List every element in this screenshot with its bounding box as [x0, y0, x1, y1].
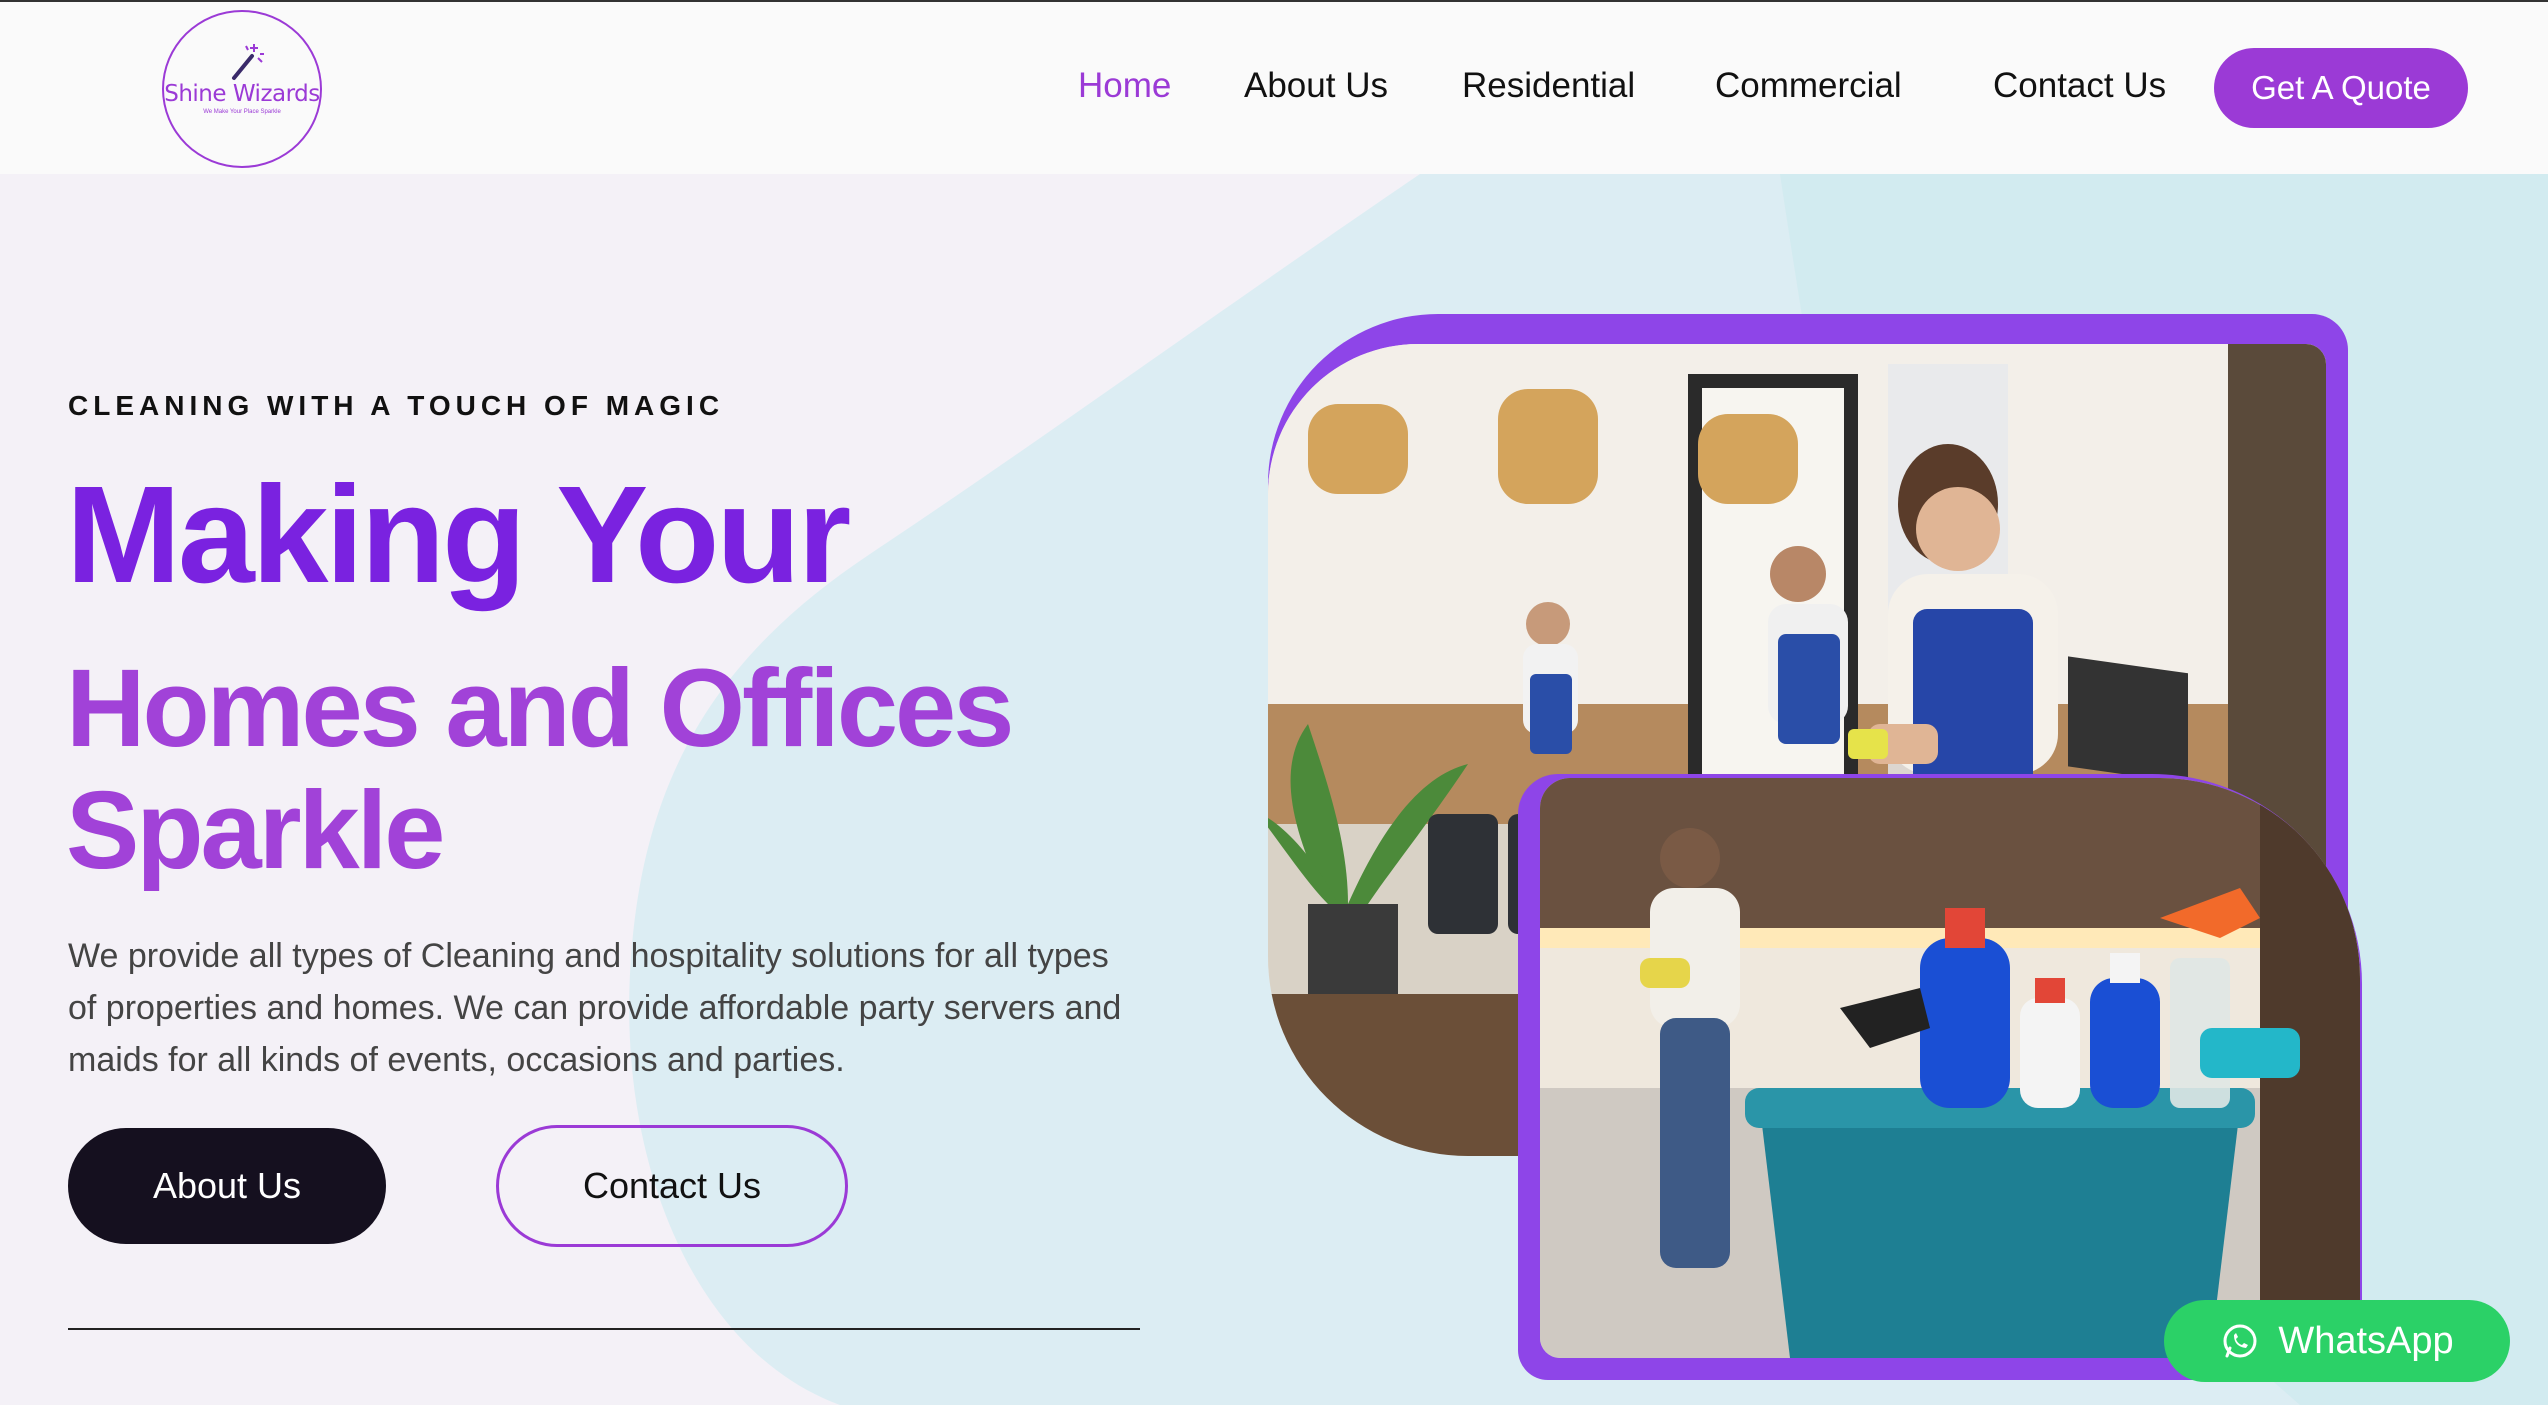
divider — [68, 1328, 1140, 1330]
hero-eyebrow: CLEANING WITH A TOUCH OF MAGIC — [68, 390, 725, 421]
hero-headline-line2: Homes and Offices Sparkle — [66, 647, 1014, 892]
brand-name: Shine Wizards — [164, 81, 320, 107]
about-us-button[interactable]: About Us — [68, 1128, 386, 1244]
site-header: Shine Wizards We Make Your Place Sparkle… — [0, 2, 2548, 174]
get-a-quote-button[interactable]: Get A Quote — [2214, 48, 2468, 128]
whatsapp-icon — [2223, 1324, 2257, 1358]
hero-description: We provide all types of Cleaning and hos… — [68, 937, 1122, 1079]
magic-wand-icon — [232, 44, 264, 80]
nav-item-contact-us[interactable]: Contact Us — [1993, 66, 2166, 106]
nav-item-home[interactable]: Home — [1078, 66, 1171, 106]
photo-cleaning-supplies — [1540, 778, 2360, 1358]
nav-item-residential[interactable]: Residential — [1462, 66, 1635, 106]
brand-logo[interactable]: Shine Wizards We Make Your Place Sparkle — [162, 10, 322, 168]
nav-item-about-us[interactable]: About Us — [1244, 66, 1388, 106]
whatsapp-button[interactable]: WhatsApp — [2164, 1300, 2510, 1382]
contact-us-button[interactable]: Contact Us — [496, 1125, 848, 1247]
brand-tagline: We Make Your Place Sparkle — [203, 109, 281, 115]
whatsapp-label: WhatsApp — [2278, 1319, 2454, 1362]
hero-headline-line1: Making Your — [66, 458, 851, 612]
nav-item-commercial[interactable]: Commercial — [1715, 66, 1902, 106]
